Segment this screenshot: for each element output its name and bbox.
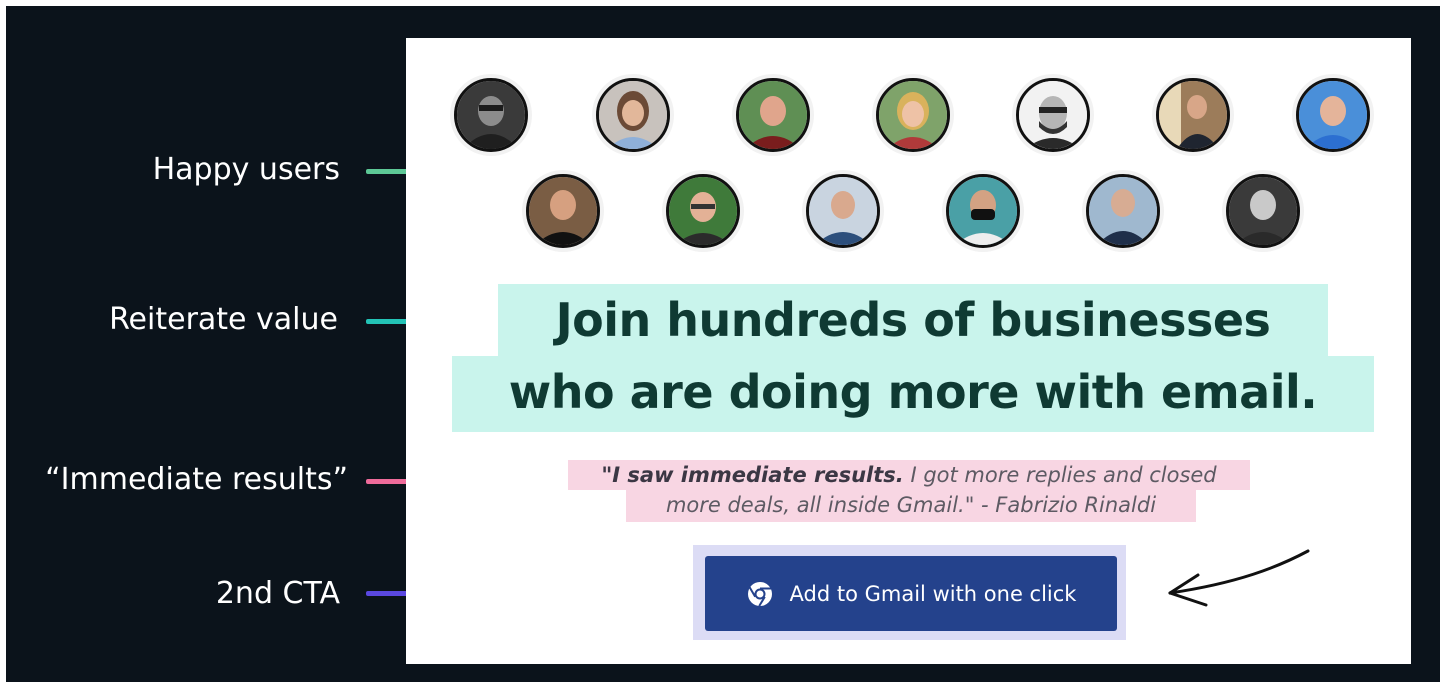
- annotation-happy-users: Happy users: [152, 152, 340, 187]
- user-avatar: [1016, 78, 1090, 152]
- user-avatar: [596, 78, 670, 152]
- testimonial-line-2: more deals, all inside Gmail." - Fabrizi…: [626, 490, 1196, 522]
- annotation-immediate-results: “Immediate results”: [45, 462, 348, 497]
- user-avatar: [454, 78, 528, 152]
- testimonial-highlight: "I saw immediate results.: [601, 463, 904, 487]
- user-avatar: [946, 174, 1020, 248]
- headline-line-1: Join hundreds of businesses: [498, 284, 1328, 356]
- hand-drawn-arrow-icon: [1168, 549, 1310, 607]
- annotation-reiterate-value: Reiterate value: [109, 302, 338, 337]
- user-avatar: [526, 174, 600, 248]
- user-avatar: [1226, 174, 1300, 248]
- annotation-second-cta: 2nd CTA: [215, 576, 340, 611]
- chrome-icon: [746, 580, 774, 608]
- add-to-gmail-button[interactable]: Add to Gmail with one click: [705, 556, 1117, 631]
- testimonial-line-1: "I saw immediate results. I got more rep…: [568, 460, 1250, 490]
- headline-line-2: who are doing more with email.: [452, 356, 1374, 432]
- user-avatar: [806, 174, 880, 248]
- user-avatar: [1156, 78, 1230, 152]
- user-avatar: [736, 78, 810, 152]
- user-avatar: [666, 174, 740, 248]
- user-avatar: [876, 78, 950, 152]
- testimonial-text: I got more replies and closed: [903, 463, 1217, 487]
- user-avatar: [1086, 174, 1160, 248]
- add-to-gmail-button-label: Add to Gmail with one click: [789, 581, 1077, 606]
- user-avatar: [1296, 78, 1370, 152]
